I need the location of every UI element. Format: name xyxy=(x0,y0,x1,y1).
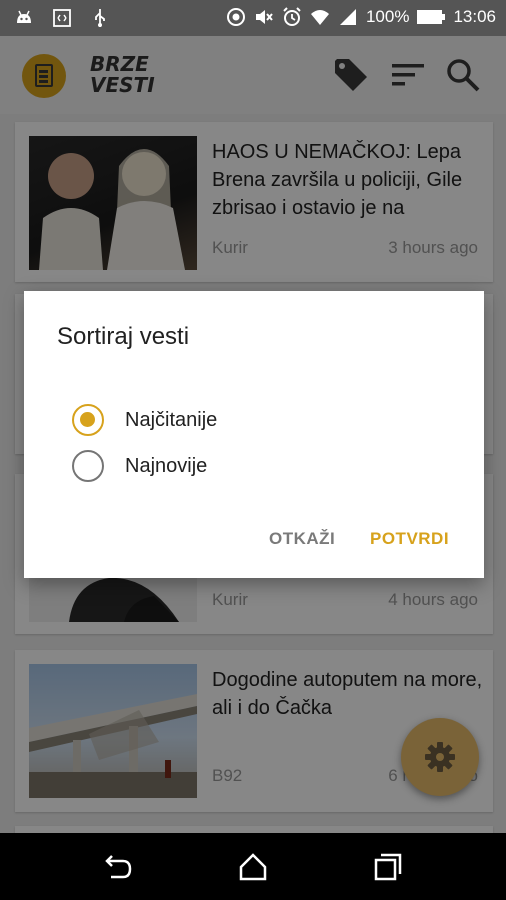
android-debug-icon xyxy=(17,10,31,23)
settings-icon xyxy=(425,742,455,772)
sort-option-newest[interactable]: Najnovije xyxy=(72,450,372,484)
battery-icon xyxy=(417,10,446,24)
status-time: 13:06 xyxy=(453,7,496,26)
sort-option-label: Najnovije xyxy=(125,455,208,477)
back-icon[interactable] xyxy=(103,851,135,883)
sort-option-label: Najčitanije xyxy=(125,409,218,431)
home-icon[interactable] xyxy=(237,851,269,883)
radio-checked-icon[interactable] xyxy=(72,404,104,436)
status-bar: 100% 13:06 xyxy=(0,0,506,36)
alarm-icon xyxy=(283,7,301,26)
confirm-button[interactable]: POTVRDI xyxy=(370,529,449,549)
recents-icon[interactable] xyxy=(372,851,404,883)
dialog-title: Sortiraj vesti xyxy=(57,323,190,350)
navigation-bar xyxy=(0,833,506,900)
wifi-icon xyxy=(310,10,329,25)
cancel-button[interactable]: OTKAŽI xyxy=(269,529,335,549)
radio-unchecked-icon[interactable] xyxy=(72,450,104,482)
code-icon xyxy=(53,9,71,27)
battery-percentage: 100% xyxy=(365,7,410,26)
sort-dialog: Sortiraj vesti Najčitanije Najnovije OTK… xyxy=(24,291,484,578)
usb-icon xyxy=(95,9,105,27)
sort-option-most-read[interactable]: Najčitanije xyxy=(72,404,372,438)
settings-fab[interactable] xyxy=(401,718,479,796)
mute-icon xyxy=(255,10,273,24)
signal-icon xyxy=(339,9,356,25)
data-saver-icon xyxy=(226,8,245,26)
